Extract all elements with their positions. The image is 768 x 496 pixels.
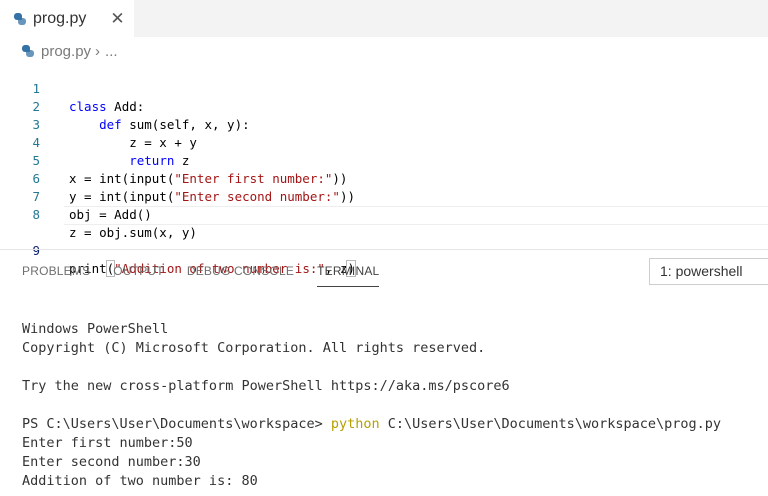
terminal-command: python — [330, 416, 380, 432]
code-line[interactable]: 8 z = obj.sum(x, y) — [0, 188, 768, 240]
code-text: z = obj.sum(x, y) — [69, 225, 197, 240]
terminal-line: Addition of two number is: 80 — [22, 473, 258, 489]
terminal-line: Copyright (C) Microsoft Corporation. All… — [22, 340, 486, 356]
code-line[interactable]: 7 obj = Add() — [0, 170, 768, 222]
terminal-command-args: C:\Users\User\Documents\workspace\prog.p… — [379, 416, 722, 432]
code-editor[interactable]: 1 class Add: 2 def sum(self, x, y): 3 z … — [0, 62, 768, 277]
chevron-right-icon: › — [95, 42, 101, 60]
tab-terminal[interactable]: TERMINAL — [317, 262, 380, 287]
tab-debug-console[interactable]: DEBUG CONSOLE — [187, 262, 294, 286]
terminal-line: Enter second number:30 — [22, 454, 201, 470]
code-line-current[interactable]: 9 print("Addition of two number is:", z) — [0, 206, 768, 277]
terminal-command-line: PS C:\Users\User\Documents\workspace> py… — [22, 415, 721, 434]
tab-output[interactable]: OUTPUT — [113, 262, 164, 286]
code-line[interactable]: 3 z = x + y — [0, 98, 768, 150]
tab-prog-py[interactable]: prog.py ✕ — [0, 0, 134, 37]
tab-problems[interactable]: PROBLEMS — [22, 262, 90, 286]
terminal-line: Enter first number:50 — [22, 435, 193, 451]
tab-label: prog.py — [33, 9, 87, 27]
terminal-output[interactable]: Windows PowerShell Copyright (C) Microso… — [22, 320, 721, 491]
terminal-shell-select[interactable]: 1: powershell — [649, 258, 768, 285]
editor-tab-bar: prog.py ✕ — [0, 0, 768, 37]
line-number: 9 — [32, 243, 40, 258]
code-line[interactable]: 4 return z — [0, 116, 768, 168]
current-line-highlight — [64, 206, 768, 225]
breadcrumb-file[interactable]: prog.py — [41, 43, 91, 60]
breadcrumb-more[interactable]: ... — [105, 43, 118, 60]
code-line[interactable]: 1 class Add: — [0, 62, 768, 114]
python-file-icon — [22, 45, 34, 57]
python-file-icon — [14, 12, 26, 25]
panel-divider — [0, 249, 768, 250]
panel-tabs: PROBLEMS OUTPUT DEBUG CONSOLE TERMINAL — [22, 262, 402, 287]
terminal-line: Windows PowerShell — [22, 321, 169, 337]
terminal-prompt: PS C:\Users\User\Documents\workspace> — [22, 416, 331, 432]
close-icon[interactable]: ✕ — [110, 10, 124, 27]
breadcrumb: prog.py › ... — [22, 40, 118, 62]
terminal-line: Try the new cross-platform PowerShell ht… — [22, 378, 510, 394]
code-line[interactable]: 5 x = int(input("Enter first number:")) — [0, 134, 768, 186]
code-line[interactable]: 2 def sum(self, x, y): — [0, 80, 768, 132]
code-line[interactable]: 6 y = int(input("Enter second number:")) — [0, 152, 768, 204]
